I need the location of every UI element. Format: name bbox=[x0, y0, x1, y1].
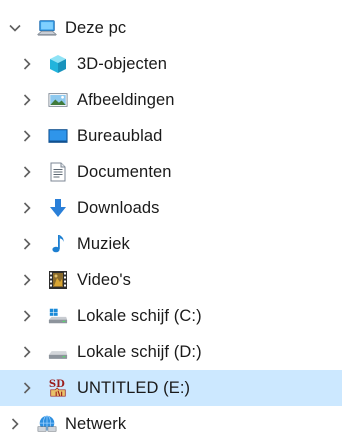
tree-item-label: Lokale schijf (C:) bbox=[77, 307, 202, 325]
tree-item-label: Deze pc bbox=[65, 19, 127, 37]
desktop-icon bbox=[48, 126, 68, 146]
tree-item-videos[interactable]: Video's bbox=[0, 262, 342, 298]
3d-objects-icon bbox=[48, 54, 68, 74]
tree-item-label: Afbeeldingen bbox=[77, 91, 175, 109]
chevron-down-icon[interactable] bbox=[6, 19, 24, 37]
tree-item-this-pc[interactable]: Deze pc bbox=[0, 10, 342, 46]
tree-item-downloads[interactable]: Downloads bbox=[0, 190, 342, 226]
system-drive-icon bbox=[48, 306, 68, 326]
tree-item-drive-d[interactable]: Lokale schijf (D:) bbox=[0, 334, 342, 370]
chevron-right-icon[interactable] bbox=[18, 199, 36, 217]
tree-item-pictures[interactable]: Afbeeldingen bbox=[0, 82, 342, 118]
chevron-right-icon[interactable] bbox=[18, 307, 36, 325]
tree-item-drive-e[interactable]: SD UNTITLED (E:) bbox=[0, 370, 342, 406]
drive-icon bbox=[48, 342, 68, 362]
chevron-right-icon[interactable] bbox=[18, 343, 36, 361]
chevron-right-icon[interactable] bbox=[18, 271, 36, 289]
sd-card-icon: SD bbox=[48, 378, 68, 398]
tree-item-desktop[interactable]: Bureaublad bbox=[0, 118, 342, 154]
tree-item-network[interactable]: Netwerk bbox=[0, 406, 342, 442]
tree-item-label: Bureaublad bbox=[77, 127, 163, 145]
tree-item-label: Downloads bbox=[77, 199, 160, 217]
pictures-icon bbox=[48, 90, 68, 110]
tree-item-label: 3D-objecten bbox=[77, 55, 168, 73]
chevron-right-icon[interactable] bbox=[18, 235, 36, 253]
chevron-right-icon[interactable] bbox=[6, 415, 24, 433]
tree-item-3d-objects[interactable]: 3D-objecten bbox=[0, 46, 342, 82]
chevron-right-icon[interactable] bbox=[18, 127, 36, 145]
chevron-right-icon[interactable] bbox=[18, 163, 36, 181]
navigation-tree: Deze pc 3D-objecten Afbeeldingen Bureaub… bbox=[0, 10, 342, 442]
tree-item-documents[interactable]: Documenten bbox=[0, 154, 342, 190]
tree-item-label: Video's bbox=[77, 271, 132, 289]
music-icon bbox=[48, 234, 68, 254]
tree-item-music[interactable]: Muziek bbox=[0, 226, 342, 262]
tree-item-label: Documenten bbox=[77, 163, 172, 181]
tree-item-drive-c[interactable]: Lokale schijf (C:) bbox=[0, 298, 342, 334]
downloads-icon bbox=[48, 198, 68, 218]
videos-icon bbox=[48, 270, 68, 290]
chevron-right-icon[interactable] bbox=[18, 379, 36, 397]
documents-icon bbox=[48, 162, 68, 182]
tree-item-label: Lokale schijf (D:) bbox=[77, 343, 202, 361]
chevron-right-icon[interactable] bbox=[18, 55, 36, 73]
chevron-right-icon[interactable] bbox=[18, 91, 36, 109]
computer-icon bbox=[37, 18, 57, 38]
tree-item-label: Muziek bbox=[77, 235, 130, 253]
tree-item-label: UNTITLED (E:) bbox=[77, 379, 191, 397]
tree-item-label: Netwerk bbox=[65, 415, 127, 433]
network-icon bbox=[37, 414, 57, 434]
